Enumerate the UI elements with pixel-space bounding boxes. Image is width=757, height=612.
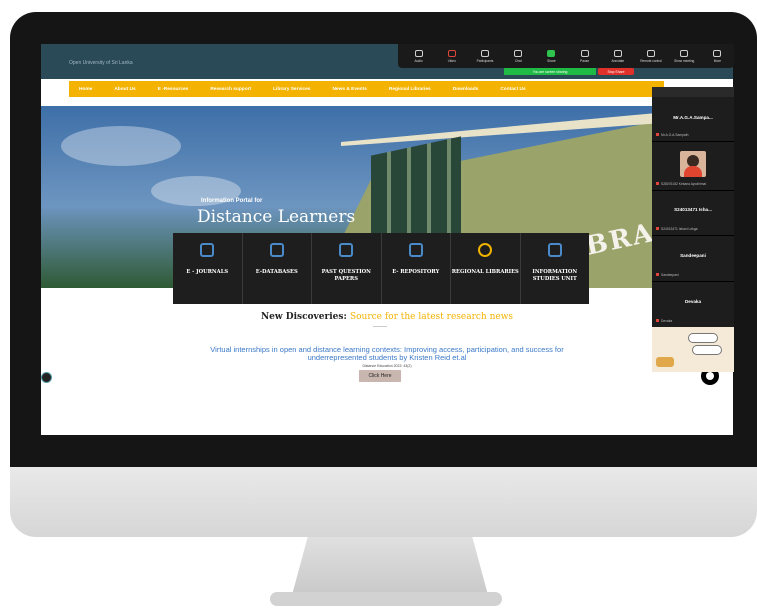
toolbar-label: Chat bbox=[514, 58, 522, 63]
toolbar-pause[interactable]: Pause bbox=[568, 49, 601, 63]
meeting-icon bbox=[680, 49, 689, 57]
participant-name: S24013471 Isha... bbox=[674, 207, 712, 212]
divider bbox=[652, 281, 734, 282]
toolbar-participants[interactable]: Participants bbox=[468, 49, 501, 63]
hero-title: Distance Learners bbox=[197, 207, 356, 227]
divider bbox=[652, 190, 734, 191]
nav-item-contact[interactable]: Contact Us bbox=[500, 87, 525, 92]
participant-label: Mr.A.G.A.Sampath bbox=[656, 133, 688, 137]
article-link[interactable]: Virtual internships in open and distance… bbox=[191, 346, 583, 362]
divider bbox=[652, 141, 734, 142]
tile-regional-libraries[interactable]: REGIONAL LIBRARIES bbox=[451, 233, 521, 304]
papers-icon bbox=[339, 243, 354, 257]
nav-item-about[interactable]: About Us bbox=[114, 87, 135, 92]
nav-item-news-events[interactable]: News & Events bbox=[332, 87, 366, 92]
info-unit-icon bbox=[547, 243, 562, 257]
tile-label: E - JOURNALS bbox=[186, 269, 229, 275]
pause-icon bbox=[580, 49, 589, 57]
toolbar-show-meeting[interactable]: Show meeting bbox=[668, 49, 701, 63]
tile-e-repository[interactable]: E- REPOSITORY bbox=[382, 233, 451, 304]
toolbar-label: Share bbox=[547, 58, 556, 63]
screen: Open University of Sri Lanka Home About … bbox=[41, 44, 733, 435]
toolbar-video[interactable]: Video bbox=[435, 49, 468, 63]
participants-panel: Mr.A.G.A.Sampa... Mr.A.G.A.Sampath S2807… bbox=[652, 87, 734, 327]
repository-icon bbox=[408, 243, 423, 257]
tile-e-databases[interactable]: E-DATABASES bbox=[243, 233, 312, 304]
thumb-bubble bbox=[692, 345, 722, 355]
article-meta: Distance Education 2022: 43(2) bbox=[362, 364, 412, 368]
mic-icon bbox=[414, 49, 423, 57]
tile-label: PAST QUESTION PAPERS bbox=[321, 269, 371, 282]
discoveries-heading: New Discoveries: Source for the latest r… bbox=[41, 312, 733, 322]
nav-item-downloads[interactable]: Downloads bbox=[453, 87, 479, 92]
toolbar-label: Participants bbox=[476, 58, 494, 63]
participant-avatar bbox=[680, 151, 706, 177]
divider bbox=[373, 326, 387, 327]
tile-past-papers[interactable]: PAST QUESTION PAPERS bbox=[312, 233, 382, 304]
participant-label: Sandeepani bbox=[656, 273, 679, 277]
annotate-icon bbox=[613, 49, 622, 57]
tile-e-journals[interactable]: E - JOURNALS bbox=[173, 233, 243, 304]
toolbar-more[interactable]: More bbox=[701, 49, 734, 63]
divider bbox=[652, 235, 734, 236]
participant-label: Devaka bbox=[656, 319, 672, 323]
toolbar-remote-control[interactable]: Remote control bbox=[634, 49, 667, 63]
cloud bbox=[61, 126, 181, 166]
toolbar-share[interactable]: Share bbox=[535, 49, 568, 63]
thumb-figure bbox=[656, 357, 674, 367]
camera-off-icon bbox=[447, 49, 456, 57]
monitor-stand bbox=[292, 537, 488, 595]
toolbar-annotate[interactable]: Annotate bbox=[601, 49, 634, 63]
share-icon bbox=[547, 49, 556, 57]
toolbar-label: Audio bbox=[414, 58, 423, 63]
discoveries-label: New Discoveries: bbox=[260, 312, 347, 322]
toolbar-label: Video bbox=[447, 58, 456, 63]
toolbar-label: Pause bbox=[580, 58, 590, 63]
participant-name: Mr.A.G.A.Sampa... bbox=[673, 115, 713, 120]
tile-info-studies[interactable]: INFORMATION STUDIES UNIT bbox=[521, 233, 590, 304]
hero-subtitle: Information Portal for bbox=[201, 198, 263, 204]
regional-icon bbox=[478, 243, 493, 257]
participant-label: S28076152 Kekana Ayodhimai bbox=[656, 182, 706, 186]
resource-tiles: E - JOURNALS E-DATABASES PAST QUESTION P… bbox=[173, 233, 589, 304]
participants-icon bbox=[481, 49, 489, 57]
nav-item-regional-libraries[interactable]: Regional Libraries bbox=[389, 87, 431, 92]
participant-label: S24013471 Ishani Lekga bbox=[656, 227, 697, 231]
main-nav: Home About Us E -Resources Research supp… bbox=[69, 81, 664, 97]
site-logo[interactable]: Open University of Sri Lanka bbox=[69, 60, 133, 66]
remote-icon bbox=[647, 49, 656, 57]
click-here-button[interactable]: Click Here bbox=[359, 370, 401, 382]
tile-label: INFORMATION STUDIES UNIT bbox=[532, 269, 578, 282]
stop-share-button[interactable]: Stop Share bbox=[598, 68, 634, 75]
participant-name: Sandeepani bbox=[680, 253, 706, 258]
journals-icon bbox=[200, 243, 215, 257]
toolbar-label: Show meeting bbox=[674, 58, 695, 63]
tile-label: E-DATABASES bbox=[255, 269, 298, 275]
more-icon bbox=[713, 49, 722, 57]
toolbar-audio[interactable]: Audio bbox=[402, 49, 435, 63]
monitor-base bbox=[270, 592, 502, 606]
shared-content-thumbnail bbox=[652, 327, 734, 372]
monitor-chin bbox=[10, 467, 757, 537]
panel-controls[interactable] bbox=[652, 87, 734, 97]
nav-item-home[interactable]: Home bbox=[79, 87, 92, 92]
nav-item-library-services[interactable]: Library Services bbox=[273, 87, 310, 92]
nav-item-e-resources[interactable]: E -Resources bbox=[158, 87, 189, 92]
side-widget-icon[interactable] bbox=[41, 372, 52, 383]
participant-name: Devaka bbox=[684, 299, 702, 304]
toolbar-label: More bbox=[713, 58, 722, 63]
toolbar-label: Annotate bbox=[611, 58, 625, 63]
toolbar-label: Remote control bbox=[640, 58, 662, 63]
tile-label: E- REPOSITORY bbox=[392, 269, 440, 275]
toolbar-chat[interactable]: Chat bbox=[502, 49, 535, 63]
thumb-bubble bbox=[688, 333, 718, 343]
databases-icon bbox=[269, 243, 284, 257]
screen-sharing-status: You are screen sharing bbox=[504, 68, 596, 75]
nav-item-research-support[interactable]: Research support bbox=[210, 87, 251, 92]
zoom-toolbar: Audio Video Participants Chat Share Paus… bbox=[398, 44, 734, 68]
tile-label: REGIONAL LIBRARIES bbox=[451, 269, 519, 275]
chat-icon bbox=[514, 49, 523, 57]
discoveries-accent: Source for the latest research news bbox=[349, 312, 514, 322]
